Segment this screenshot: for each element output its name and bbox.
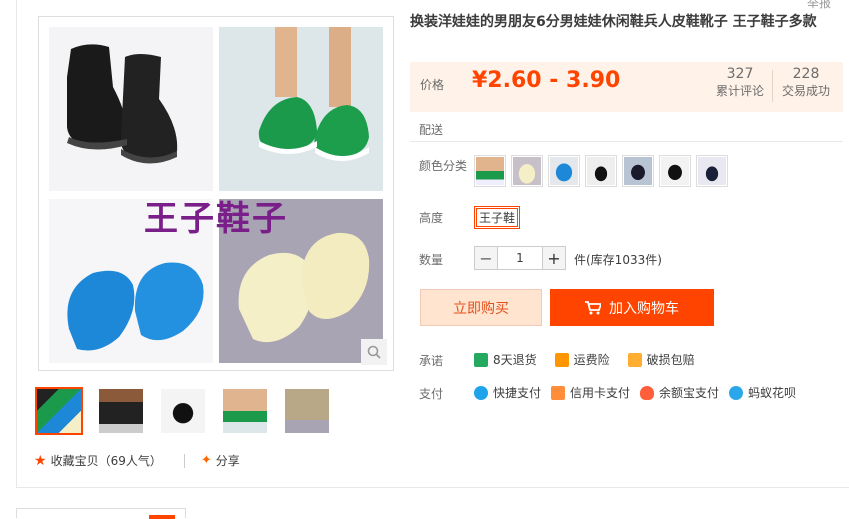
decrease-button[interactable]: − [474, 246, 498, 270]
quantity-stepper: − + [474, 246, 566, 270]
height-label: 高度 [419, 211, 444, 225]
color-label: 颜色分类 [419, 159, 468, 173]
report-link[interactable]: 举报 [807, 0, 831, 11]
main-product-image[interactable]: 王子鞋子 [38, 16, 394, 371]
zoom-icon[interactable] [361, 339, 387, 365]
promise-list: 8天退货 运费险 破损包赔 [474, 351, 695, 368]
add-to-cart-label: 加入购物车 [609, 300, 679, 317]
increase-button[interactable]: + [542, 246, 566, 270]
price-label: 价格 [420, 78, 445, 92]
payment-list: 快捷支付 信用卡支付 余额宝支付 蚂蚁花呗 [474, 384, 796, 401]
next-section-tab [16, 508, 186, 519]
swatch-green-sneaker[interactable] [474, 155, 506, 187]
height-option-selected[interactable]: 王子鞋 [474, 206, 521, 229]
thumbnail-1[interactable] [35, 387, 83, 435]
reviews-stat[interactable]: 327 累计评论 [716, 66, 764, 99]
sales-label: 交易成功 [782, 84, 831, 98]
pay-label: 支付 [419, 387, 444, 401]
payment-credit[interactable]: 信用卡支付 [551, 384, 630, 401]
thumbnail-3[interactable] [159, 387, 207, 435]
social-divider [183, 453, 185, 468]
share-icon: ✦ [200, 453, 212, 468]
huabei-icon [729, 385, 744, 400]
promise-shipping-insurance[interactable]: 运费险 [554, 351, 610, 368]
cart-icon [585, 300, 601, 314]
payment-huabei[interactable]: 蚂蚁花呗 [729, 384, 796, 401]
credit-card-icon [551, 385, 566, 400]
image-watermark-text: 王子鞋子 [144, 199, 288, 239]
thumbnail-strip [35, 387, 331, 435]
swatch-navy-shoe[interactable] [696, 155, 728, 187]
black-boots-image [49, 27, 213, 191]
stock-text: 件(库存1033件) [574, 253, 662, 267]
swatch-black-boot-2[interactable] [659, 155, 691, 187]
reviews-count: 327 [726, 66, 754, 82]
thumbnail-2[interactable] [97, 387, 145, 435]
color-swatches [474, 155, 728, 187]
damage-icon [627, 352, 642, 367]
share-link[interactable]: 分享 [216, 452, 240, 469]
price-value: ¥2.60 - 3.90 [472, 68, 621, 93]
yuebao-icon [640, 385, 655, 400]
payment-quick[interactable]: 快捷支付 [474, 384, 541, 401]
swatch-black-shoe[interactable] [585, 155, 617, 187]
delivery-label: 配送 [419, 123, 444, 137]
sales-stat: 228 交易成功 [782, 66, 830, 99]
quantity-input[interactable] [498, 246, 542, 270]
thumbnail-4[interactable] [221, 387, 269, 435]
promise-return[interactable]: 8天退货 [474, 351, 537, 368]
swatch-black-boot[interactable] [622, 155, 654, 187]
social-bar: ★ 收藏宝贝（69人气） ✦ 分享 [34, 452, 240, 469]
price-box: 价格 ¥2.60 - 3.90 327 累计评论 228 交易成功 [410, 62, 843, 112]
promise-label: 承诺 [419, 354, 444, 368]
reviews-label: 累计评论 [716, 84, 765, 98]
product-title: 换装洋娃娃的男朋友6分男娃娃休闲鞋兵人皮鞋靴子 王子鞋子多款 [410, 14, 817, 30]
green-sneakers-image [219, 27, 383, 191]
return-icon [474, 352, 488, 367]
sales-count: 228 [792, 66, 820, 82]
quantity-label: 数量 [419, 253, 444, 267]
star-icon: ★ [34, 452, 47, 469]
swatch-cream-loafer[interactable] [511, 155, 543, 187]
stat-divider [772, 70, 773, 102]
insurance-icon [554, 352, 569, 367]
quick-pay-icon [474, 385, 488, 400]
tab-accent [149, 515, 175, 519]
promise-damage[interactable]: 破损包赔 [627, 351, 695, 368]
favorite-link[interactable]: 收藏宝贝（69人气） [51, 452, 162, 469]
swatch-blue-sneaker[interactable] [548, 155, 580, 187]
add-to-cart-button[interactable]: 加入购物车 [550, 289, 714, 326]
buy-now-button[interactable]: 立即购买 [420, 289, 542, 326]
section-divider [410, 141, 843, 142]
thumbnail-5[interactable] [283, 387, 331, 435]
payment-yuebao[interactable]: 余额宝支付 [640, 384, 719, 401]
